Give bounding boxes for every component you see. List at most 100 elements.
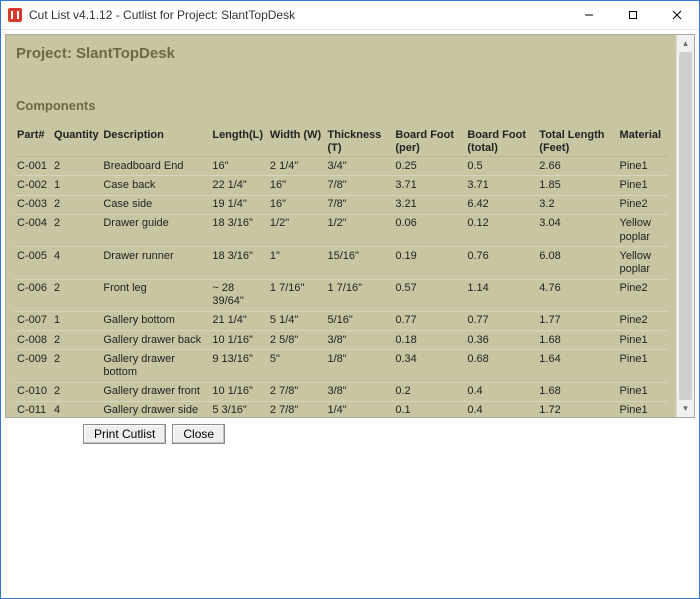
cell-mat: Pine1 xyxy=(617,176,669,195)
cell-tl: 3.2 xyxy=(536,195,616,214)
cell-bft: 6.42 xyxy=(464,195,536,214)
cell-len: 16" xyxy=(209,157,267,176)
cell-desc: Gallery drawer bottom xyxy=(100,350,209,382)
cell-t: 7/8" xyxy=(325,195,393,214)
cell-bfp: 3.21 xyxy=(392,195,464,214)
cell-qty: 2 xyxy=(51,331,100,350)
cell-mat: Pine1 xyxy=(617,382,669,401)
cell-len: 10 1/16" xyxy=(209,382,267,401)
section-title: Components xyxy=(16,98,686,113)
vertical-scrollbar[interactable]: ▴ ▾ xyxy=(676,35,694,417)
col-part: Part# xyxy=(14,127,51,157)
cell-len: 18 3/16" xyxy=(209,247,267,279)
cell-part: C-004 xyxy=(14,214,51,246)
cell-desc: Gallery drawer front xyxy=(100,382,209,401)
cell-qty: 4 xyxy=(51,247,100,279)
cell-bft: 0.12 xyxy=(464,214,536,246)
cell-w: 1/2" xyxy=(267,214,325,246)
cell-t: 7/8" xyxy=(325,176,393,195)
cell-bfp: 0.1 xyxy=(392,401,464,418)
col-len: Length(L) xyxy=(209,127,267,157)
table-row: C-0042Drawer guide18 3/16"1/2"1/2"0.060.… xyxy=(14,214,668,246)
col-bfp: Board Foot (per) xyxy=(392,127,464,157)
table-row: C-0054Drawer runner18 3/16"1"15/16"0.190… xyxy=(14,247,668,279)
cell-tl: 4.76 xyxy=(536,279,616,311)
scroll-down-icon[interactable]: ▾ xyxy=(677,400,694,417)
cell-bft: 3.71 xyxy=(464,176,536,195)
project-title: Project: SlantTopDesk xyxy=(16,45,686,62)
app-icon xyxy=(7,7,23,23)
cell-part: C-010 xyxy=(14,382,51,401)
cell-part: C-008 xyxy=(14,331,51,350)
cell-bft: 0.77 xyxy=(464,311,536,330)
cell-bfp: 0.2 xyxy=(392,382,464,401)
cell-part: C-002 xyxy=(14,176,51,195)
cell-len: 22 1/4" xyxy=(209,176,267,195)
cutlist-panel: ▴ ▾ Project: SlantTopDesk Components Par… xyxy=(5,34,695,418)
table-row: C-0062Front leg~ 28 39/64"1 7/16"1 7/16"… xyxy=(14,279,668,311)
cell-t: 1/2" xyxy=(325,214,393,246)
cell-w: 2 7/8" xyxy=(267,401,325,418)
cell-bft: 1.14 xyxy=(464,279,536,311)
cell-part: C-005 xyxy=(14,247,51,279)
minimize-button[interactable] xyxy=(567,1,611,29)
cell-qty: 1 xyxy=(51,176,100,195)
components-table: Part# Quantity Description Length(L) Wid… xyxy=(14,127,668,418)
col-tl: Total Length (Feet) xyxy=(536,127,616,157)
cell-t: 1 7/16" xyxy=(325,279,393,311)
cell-mat: Pine1 xyxy=(617,401,669,418)
table-row: C-0012Breadboard End16"2 1/4"3/4"0.250.5… xyxy=(14,157,668,176)
cell-t: 3/8" xyxy=(325,382,393,401)
cell-desc: Drawer guide xyxy=(100,214,209,246)
scrollbar-thumb[interactable] xyxy=(679,52,692,400)
cell-t: 3/4" xyxy=(325,157,393,176)
cell-desc: Gallery bottom xyxy=(100,311,209,330)
cell-mat: Pine1 xyxy=(617,331,669,350)
cell-tl: 6.08 xyxy=(536,247,616,279)
cell-qty: 2 xyxy=(51,279,100,311)
print-cutlist-button[interactable]: Print Cutlist xyxy=(83,424,166,444)
cell-desc: Case back xyxy=(100,176,209,195)
cell-bfp: 0.19 xyxy=(392,247,464,279)
cell-qty: 1 xyxy=(51,311,100,330)
col-mat: Material xyxy=(617,127,669,157)
scroll-up-icon[interactable]: ▴ xyxy=(677,35,694,52)
cell-bfp: 0.34 xyxy=(392,350,464,382)
cell-desc: Gallery drawer side xyxy=(100,401,209,418)
table-header-row: Part# Quantity Description Length(L) Wid… xyxy=(14,127,668,157)
cell-len: 9 13/16" xyxy=(209,350,267,382)
cell-part: C-006 xyxy=(14,279,51,311)
cell-desc: Gallery drawer back xyxy=(100,331,209,350)
cell-qty: 2 xyxy=(51,382,100,401)
cell-bfp: 0.25 xyxy=(392,157,464,176)
cell-tl: 1.85 xyxy=(536,176,616,195)
cell-qty: 2 xyxy=(51,350,100,382)
cell-t: 1/4" xyxy=(325,401,393,418)
cell-part: C-003 xyxy=(14,195,51,214)
col-desc: Description xyxy=(100,127,209,157)
button-row: Print Cutlist Close xyxy=(5,424,695,444)
cell-w: 16" xyxy=(267,176,325,195)
table-row: C-0071Gallery bottom21 1/4"5 1/4"5/16"0.… xyxy=(14,311,668,330)
cell-len: ~ 28 39/64" xyxy=(209,279,267,311)
table-row: C-0032Case side19 1/4"16"7/8"3.216.423.2… xyxy=(14,195,668,214)
cell-desc: Case side xyxy=(100,195,209,214)
cell-w: 2 5/8" xyxy=(267,331,325,350)
app-window: Cut List v4.1.12 - Cutlist for Project: … xyxy=(0,0,700,599)
cell-qty: 4 xyxy=(51,401,100,418)
client-area: ▴ ▾ Project: SlantTopDesk Components Par… xyxy=(1,30,699,598)
maximize-button[interactable] xyxy=(611,1,655,29)
cell-len: 19 1/4" xyxy=(209,195,267,214)
cell-w: 2 7/8" xyxy=(267,382,325,401)
close-button[interactable] xyxy=(655,1,699,29)
cell-bfp: 0.77 xyxy=(392,311,464,330)
col-thick: Thickness (T) xyxy=(325,127,393,157)
col-width: Width (W) xyxy=(267,127,325,157)
cell-desc: Drawer runner xyxy=(100,247,209,279)
cell-bfp: 0.18 xyxy=(392,331,464,350)
cell-tl: 1.72 xyxy=(536,401,616,418)
close-dialog-button[interactable]: Close xyxy=(172,424,225,444)
cell-mat: Pine1 xyxy=(617,350,669,382)
cell-part: C-009 xyxy=(14,350,51,382)
cell-w: 5 1/4" xyxy=(267,311,325,330)
